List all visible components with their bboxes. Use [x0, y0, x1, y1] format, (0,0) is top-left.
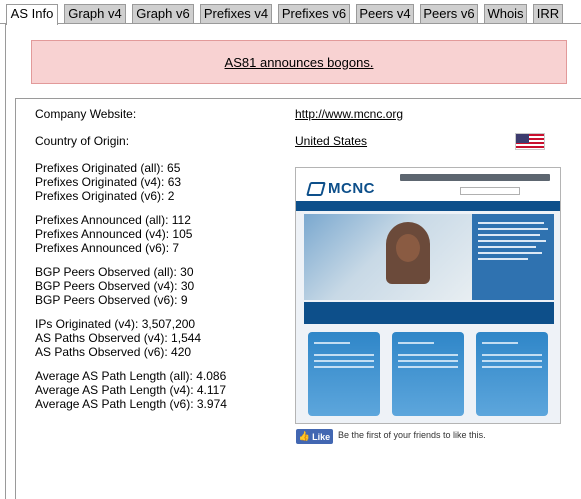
stat-line: Prefixes Originated (v4): 63	[35, 175, 182, 189]
tab-whois[interactable]: Whois	[484, 4, 527, 24]
thumbnail-card	[392, 332, 464, 416]
tab-irr[interactable]: IRR	[533, 4, 563, 24]
tab-peers-v4[interactable]: Peers v4	[356, 4, 414, 24]
mcnc-logo-icon	[306, 182, 326, 196]
tab-label: Peers v6	[423, 6, 475, 21]
tab-label: Graph v6	[136, 6, 190, 21]
tab-divider	[0, 23, 581, 24]
facebook-like-label: Like	[312, 431, 331, 442]
facebook-social-text: Be the first of your friends to like thi…	[338, 430, 486, 440]
tab-label: Prefixes v6	[281, 6, 347, 21]
stat-line: IPs Originated (v4): 3,507,200	[35, 317, 196, 331]
us-flag-icon	[515, 133, 545, 150]
stat-line: BGP Peers Observed (all): 30	[35, 265, 194, 279]
stat-line: Prefixes Announced (v4): 105	[35, 227, 193, 241]
tab-prefixes-v6[interactable]: Prefixes v6	[278, 4, 350, 24]
thumbnail-header: MCNC	[296, 168, 560, 201]
thumbnail-nav	[296, 201, 560, 211]
thumbnail-search	[460, 187, 520, 195]
company-website-link[interactable]: http://www.mcnc.org	[295, 107, 403, 121]
country-label: Country of Origin:	[35, 134, 130, 148]
tab-graph-v4[interactable]: Graph v4	[64, 4, 126, 24]
tab-graph-v6[interactable]: Graph v6	[132, 4, 194, 24]
company-website-label: Company Website:	[35, 107, 137, 121]
tab-bar: AS Info Graph v4 Graph v6 Prefixes v4 Pr…	[6, 4, 581, 25]
tab-label: Prefixes v4	[203, 6, 269, 21]
stat-line: BGP Peers Observed (v4): 30	[35, 279, 195, 293]
facebook-like-button[interactable]: 👍 Like	[296, 429, 333, 444]
stat-line: Prefixes Originated (v6): 2	[35, 189, 175, 203]
content-border	[5, 23, 6, 499]
stat-line: Prefixes Originated (all): 65	[35, 161, 181, 175]
stat-line: Prefixes Announced (v6): 7	[35, 241, 180, 255]
tab-as-info[interactable]: AS Info	[6, 4, 58, 25]
thumbnail-card	[308, 332, 380, 416]
thumbnail-card	[476, 332, 548, 416]
stat-line: Average AS Path Length (all): 4.086	[35, 369, 227, 383]
thumbnail-news-panel	[472, 214, 554, 300]
stat-line: BGP Peers Observed (v6): 9	[35, 293, 188, 307]
tab-label: Whois	[487, 6, 524, 21]
tab-prefixes-v4[interactable]: Prefixes v4	[200, 4, 272, 24]
website-screenshot[interactable]: MCNC	[295, 167, 561, 424]
country-link[interactable]: United States	[295, 134, 367, 148]
thumbnail-student-face	[396, 234, 420, 262]
stat-line: Average AS Path Length (v4): 4.117	[35, 383, 227, 397]
tab-label: AS Info	[10, 6, 54, 21]
thumbnail-feature-strip	[304, 302, 554, 324]
tab-peers-v6[interactable]: Peers v6	[420, 4, 478, 24]
stat-line: AS Paths Observed (v6): 420	[35, 345, 192, 359]
bogon-alert: AS81 announces bogons.	[31, 40, 567, 84]
tab-label: IRR	[536, 6, 560, 21]
thumbnail-logo: MCNC	[328, 180, 375, 197]
stat-line: Average AS Path Length (v6): 3.974	[35, 397, 227, 411]
bogon-alert-link[interactable]: AS81 announces bogons.	[225, 55, 374, 70]
thumbnail-utility-bar	[400, 174, 550, 181]
tab-label: Peers v4	[359, 6, 411, 21]
tab-label: Graph v4	[68, 6, 122, 21]
stat-line: AS Paths Observed (v4): 1,544	[35, 331, 202, 345]
facebook-like-thumb-icon: 👍	[298, 431, 311, 441]
as-stats: Company Website: Country of Origin: Pref…	[35, 107, 227, 411]
stat-line: Prefixes Announced (all): 112	[35, 213, 191, 227]
